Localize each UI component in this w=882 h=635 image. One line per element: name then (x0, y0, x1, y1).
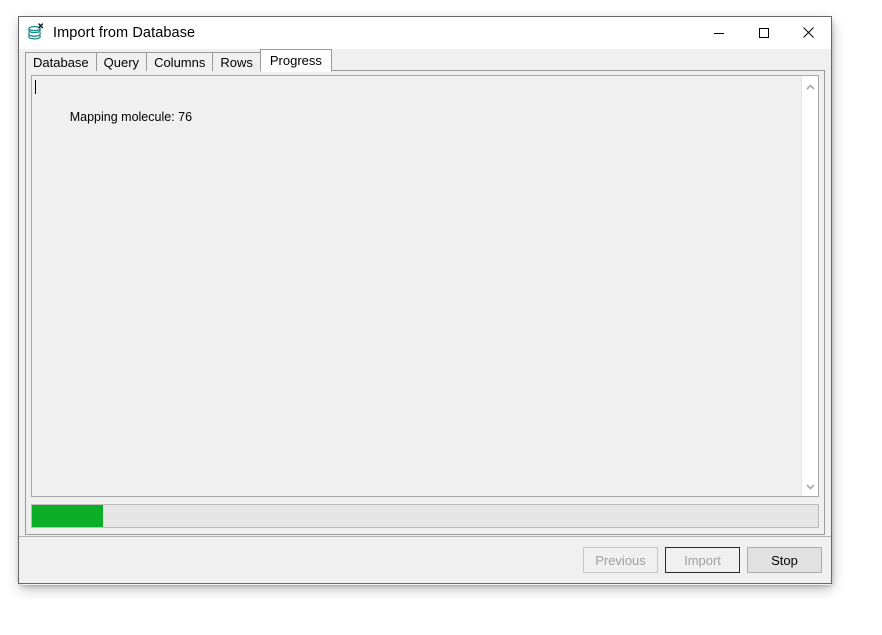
tab-strip-filler (330, 52, 825, 71)
tab-rows[interactable]: Rows (212, 52, 261, 71)
minimize-button[interactable] (696, 17, 741, 48)
progress-log-text-container[interactable]: Mapping molecule: 76 (32, 76, 801, 496)
scroll-down-button[interactable] (802, 478, 819, 493)
stop-button[interactable]: Stop (747, 547, 822, 573)
tab-columns[interactable]: Columns (146, 52, 214, 71)
tab-label: Rows (220, 55, 253, 70)
screen: Import from Database Database Query Colu… (0, 0, 882, 635)
tab-database[interactable]: Database (25, 52, 97, 71)
dialog-footer: Previous Import Stop (19, 536, 831, 583)
progress-bar-row (31, 497, 819, 529)
title-bar[interactable]: Import from Database (19, 17, 831, 49)
scroll-track[interactable] (802, 94, 819, 478)
tab-label: Progress (269, 53, 322, 68)
tab-label: Query (103, 55, 140, 70)
tab-label: Columns (154, 55, 206, 70)
import-from-database-window: Import from Database Database Query Colu… (18, 16, 832, 584)
previous-button[interactable]: Previous (583, 547, 658, 573)
tab-query[interactable]: Query (95, 52, 148, 71)
button-label: Previous (595, 552, 646, 568)
window-title: Import from Database (53, 25, 196, 41)
close-button[interactable] (786, 17, 831, 48)
database-import-icon (26, 22, 46, 42)
chevron-up-icon (805, 78, 815, 96)
scroll-up-button[interactable] (802, 79, 819, 94)
chevron-down-icon (805, 477, 815, 495)
caption-button-group (696, 17, 831, 49)
close-icon (802, 26, 815, 39)
button-label: Stop (771, 552, 798, 568)
progress-bar (31, 504, 819, 528)
import-button[interactable]: Import (665, 547, 740, 573)
tab-strip: Database Query Columns Rows Progress (25, 49, 825, 72)
progress-bar-fill (32, 505, 103, 527)
button-label: Import (684, 552, 721, 568)
text-caret (35, 80, 36, 94)
progress-log-area[interactable]: Mapping molecule: 76 (31, 75, 819, 497)
log-vertical-scrollbar[interactable] (801, 76, 818, 496)
progress-tab-page: Mapping molecule: 76 (25, 70, 825, 535)
maximize-button[interactable] (741, 17, 786, 48)
tab-label: Database (33, 55, 89, 70)
maximize-icon (758, 27, 770, 39)
progress-log-text: Mapping molecule: 76 (69, 110, 193, 124)
tab-progress[interactable]: Progress (259, 49, 332, 72)
minimize-icon (713, 27, 725, 39)
